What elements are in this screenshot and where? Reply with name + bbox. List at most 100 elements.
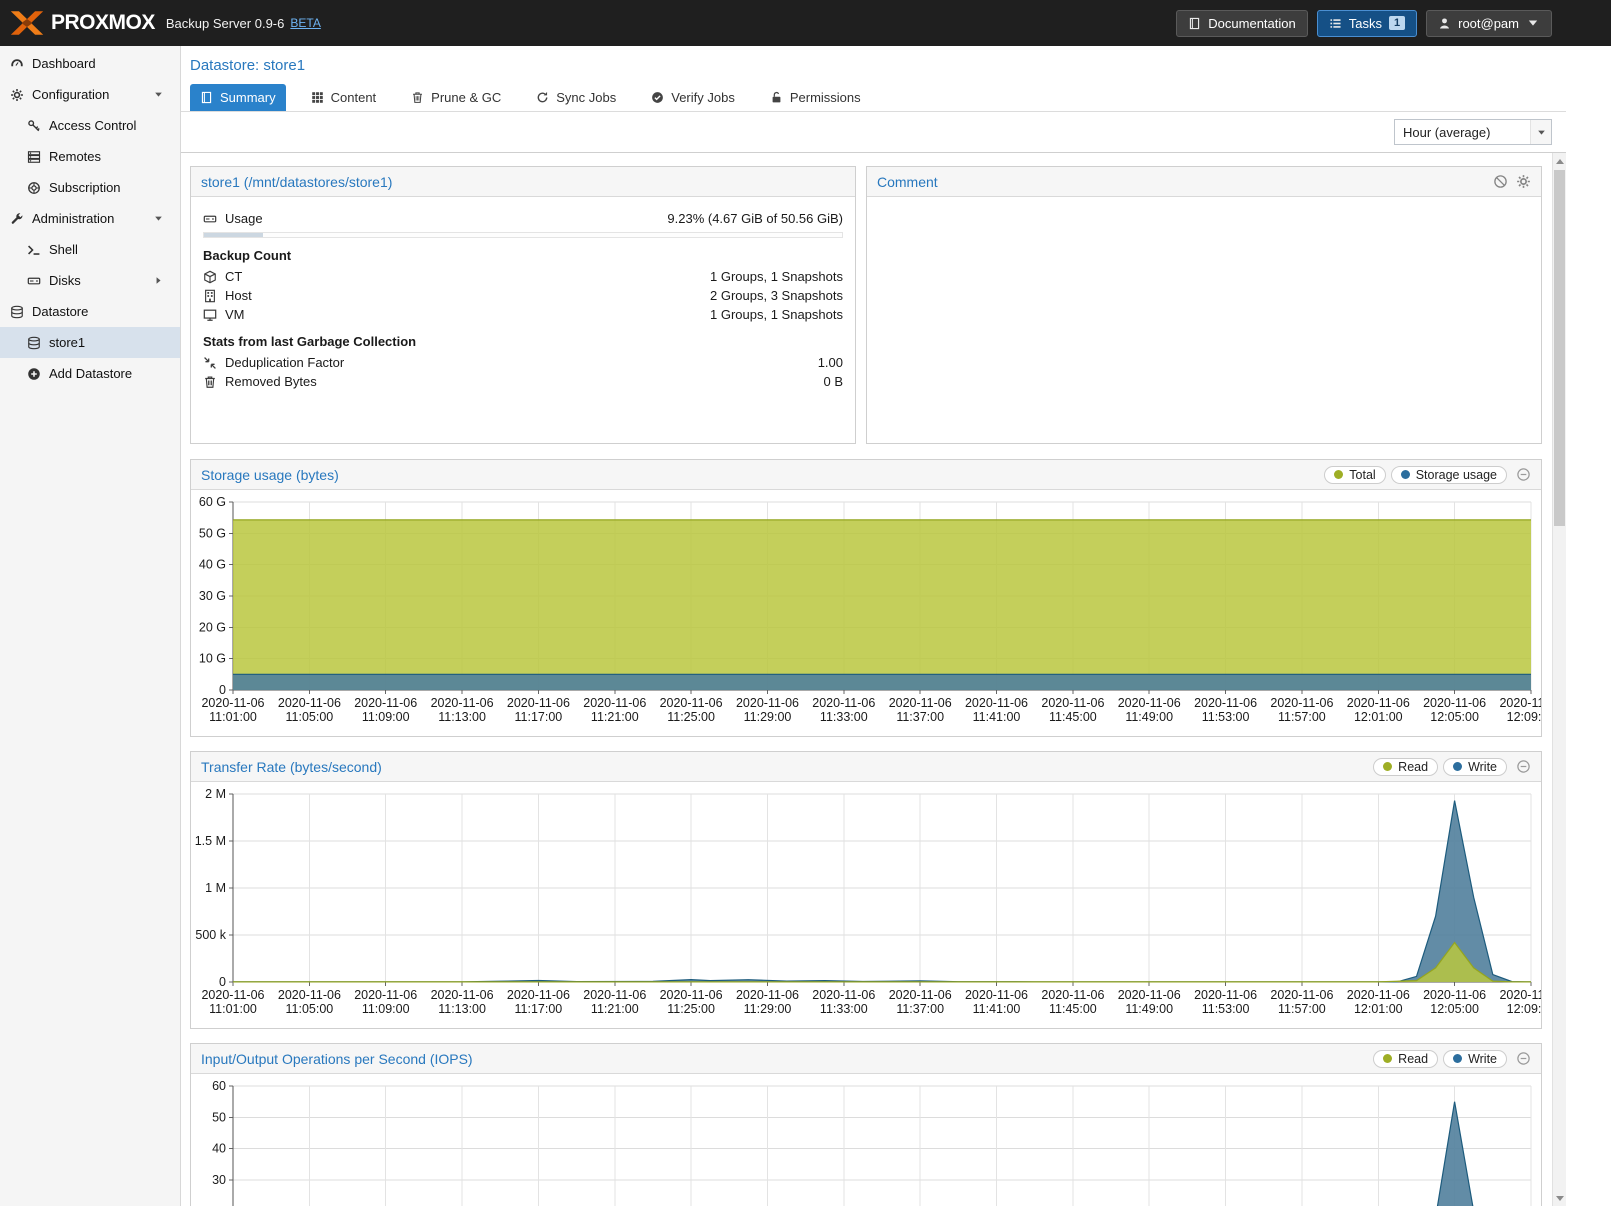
combo-trigger[interactable] <box>1530 120 1551 144</box>
svg-text:11:45:00: 11:45:00 <box>1049 1002 1097 1016</box>
sidebar-item-configuration[interactable]: Configuration <box>0 79 180 110</box>
sidebar-item-dashboard[interactable]: Dashboard <box>0 48 180 79</box>
sidebar-item-label: Access Control <box>49 118 136 133</box>
topbar-actions: Documentation Tasks 1 root@pam <box>1176 10 1552 37</box>
legend-dot <box>1383 762 1392 771</box>
svg-text:2020-11-06: 2020-11-06 <box>965 696 1028 710</box>
refresh-icon <box>536 91 549 104</box>
stat-value: 1 Groups, 1 Snapshots <box>710 269 843 284</box>
circle-slash-icon[interactable] <box>1493 174 1508 189</box>
storage-usage-legend: Total Storage usage <box>1324 466 1507 484</box>
user-menu-button[interactable]: root@pam <box>1426 10 1552 37</box>
sidebar-item-datastore[interactable]: Datastore <box>0 296 180 327</box>
iops-panel: Input/Output Operations per Second (IOPS… <box>190 1043 1542 1206</box>
legend-item-write[interactable]: Write <box>1443 758 1507 776</box>
book-icon <box>200 91 213 104</box>
documentation-button[interactable]: Documentation <box>1176 10 1307 37</box>
legend-item-read[interactable]: Read <box>1373 758 1438 776</box>
sidebar-item-administration[interactable]: Administration <box>0 203 180 234</box>
vertical-scrollbar[interactable] <box>1552 153 1566 1206</box>
page-title: Datastore: store1 <box>190 57 305 74</box>
svg-text:11:33:00: 11:33:00 <box>820 710 868 724</box>
tab-prune-gc[interactable]: Prune & GC <box>401 84 511 111</box>
svg-text:2020-11-06: 2020-11-06 <box>1499 696 1541 710</box>
tab-sync-jobs[interactable]: Sync Jobs <box>526 84 626 111</box>
collapse-chart-icon[interactable] <box>1516 1051 1531 1066</box>
caret-down-icon[interactable] <box>153 213 164 224</box>
svg-text:2020-11-06: 2020-11-06 <box>1347 988 1410 1002</box>
svg-text:2020-11-06: 2020-11-06 <box>431 696 494 710</box>
legend-label: Read <box>1398 760 1428 774</box>
caret-right-icon[interactable] <box>153 275 164 286</box>
legend-item-total[interactable]: Total <box>1324 466 1385 484</box>
sidebar-item-store1[interactable]: store1 <box>0 327 180 358</box>
legend-item-read[interactable]: Read <box>1373 1050 1438 1068</box>
proxmox-logo-icon <box>9 10 45 36</box>
tab-content[interactable]: Content <box>301 84 387 111</box>
svg-text:12:01:00: 12:01:00 <box>1354 710 1403 724</box>
compress-icon <box>203 356 217 370</box>
legend-item-write[interactable]: Write <box>1443 1050 1507 1068</box>
svg-text:2020-11-06: 2020-11-06 <box>354 696 417 710</box>
tasks-label: Tasks <box>1349 16 1382 31</box>
svg-text:11:37:00: 11:37:00 <box>896 710 944 724</box>
svg-text:2020-11-06: 2020-11-06 <box>1194 988 1257 1002</box>
sidebar-item-shell[interactable]: Shell <box>0 234 180 265</box>
gears-icon <box>10 88 24 102</box>
legend-dot <box>1453 762 1462 771</box>
svg-text:30 G: 30 G <box>199 589 226 603</box>
svg-text:2020-11-06: 2020-11-06 <box>1118 988 1181 1002</box>
collapse-chart-icon[interactable] <box>1516 759 1531 774</box>
scroll-up-arrow[interactable] <box>1553 153 1567 169</box>
svg-text:50: 50 <box>212 1110 226 1124</box>
gc-stats-heading: Stats from last Garbage Collection <box>203 334 843 349</box>
scroll-down-arrow[interactable] <box>1553 1190 1567 1206</box>
sidebar-item-disks[interactable]: Disks <box>0 265 180 296</box>
sidebar-item-add-datastore[interactable]: Add Datastore <box>0 358 180 389</box>
svg-text:11:13:00: 11:13:00 <box>438 710 486 724</box>
svg-text:11:09:00: 11:09:00 <box>362 1002 410 1016</box>
scrollbar-thumb[interactable] <box>1554 170 1565 526</box>
task-list-icon <box>1329 17 1342 30</box>
comment-body[interactable] <box>867 197 1541 221</box>
sidebar-item-subscription[interactable]: Subscription <box>0 172 180 203</box>
tab-summary[interactable]: Summary <box>190 84 286 111</box>
stat-row-removed-bytes: Removed Bytes0 B <box>203 372 843 391</box>
svg-text:2020-11-06: 2020-11-06 <box>889 988 952 1002</box>
svg-text:11:25:00: 11:25:00 <box>667 710 715 724</box>
iops-legend: Read Write <box>1373 1050 1507 1068</box>
svg-text:500 k: 500 k <box>195 928 226 942</box>
svg-text:11:09:00: 11:09:00 <box>362 710 410 724</box>
svg-text:2020-11-06: 2020-11-06 <box>583 696 646 710</box>
comment-title: Comment <box>877 174 938 190</box>
stat-value: 2 Groups, 3 Snapshots <box>710 288 843 303</box>
beta-link[interactable]: BETA <box>290 16 320 30</box>
sidebar-item-access-control[interactable]: Access Control <box>0 110 180 141</box>
stat-label: VM <box>225 307 245 322</box>
tasks-button[interactable]: Tasks 1 <box>1317 10 1417 37</box>
tab-permissions[interactable]: Permissions <box>760 84 871 111</box>
gear-icon[interactable] <box>1516 174 1531 189</box>
user-icon <box>1438 17 1451 30</box>
desktop-icon <box>203 308 217 322</box>
storage-usage-chart: 010 G20 G30 G40 G50 G60 G2020-11-0611:01… <box>191 490 1541 736</box>
sidebar-item-label: Add Datastore <box>49 366 132 381</box>
sidebar-item-remotes[interactable]: Remotes <box>0 141 180 172</box>
collapse-chart-icon[interactable] <box>1516 467 1531 482</box>
summary-toolbar: Hour (average) <box>181 112 1566 153</box>
terminal-icon <box>27 243 41 257</box>
stat-value: 0 B <box>823 374 843 389</box>
datastore-summary-header: store1 (/mnt/datastores/store1) <box>191 167 855 197</box>
svg-text:40: 40 <box>212 1142 226 1156</box>
tab-bar: Summary Content Prune & GC Sync Jobs Verify … <box>181 84 1566 112</box>
svg-text:11:49:00: 11:49:00 <box>1125 1002 1173 1016</box>
svg-text:11:21:00: 11:21:00 <box>591 710 639 724</box>
time-range-select[interactable]: Hour (average) <box>1394 119 1552 145</box>
storage-usage-title: Storage usage (bytes) <box>201 467 339 483</box>
sidebar-nav: DashboardConfiguration Access Control Remo… <box>0 46 181 1206</box>
topbar: PROXMOX Backup Server 0.9-6 BETA Documen… <box>0 0 1611 46</box>
svg-text:11:45:00: 11:45:00 <box>1049 710 1097 724</box>
tab-verify-jobs[interactable]: Verify Jobs <box>641 84 745 111</box>
legend-item-storage-usage[interactable]: Storage usage <box>1391 466 1507 484</box>
caret-down-icon[interactable] <box>153 89 164 100</box>
